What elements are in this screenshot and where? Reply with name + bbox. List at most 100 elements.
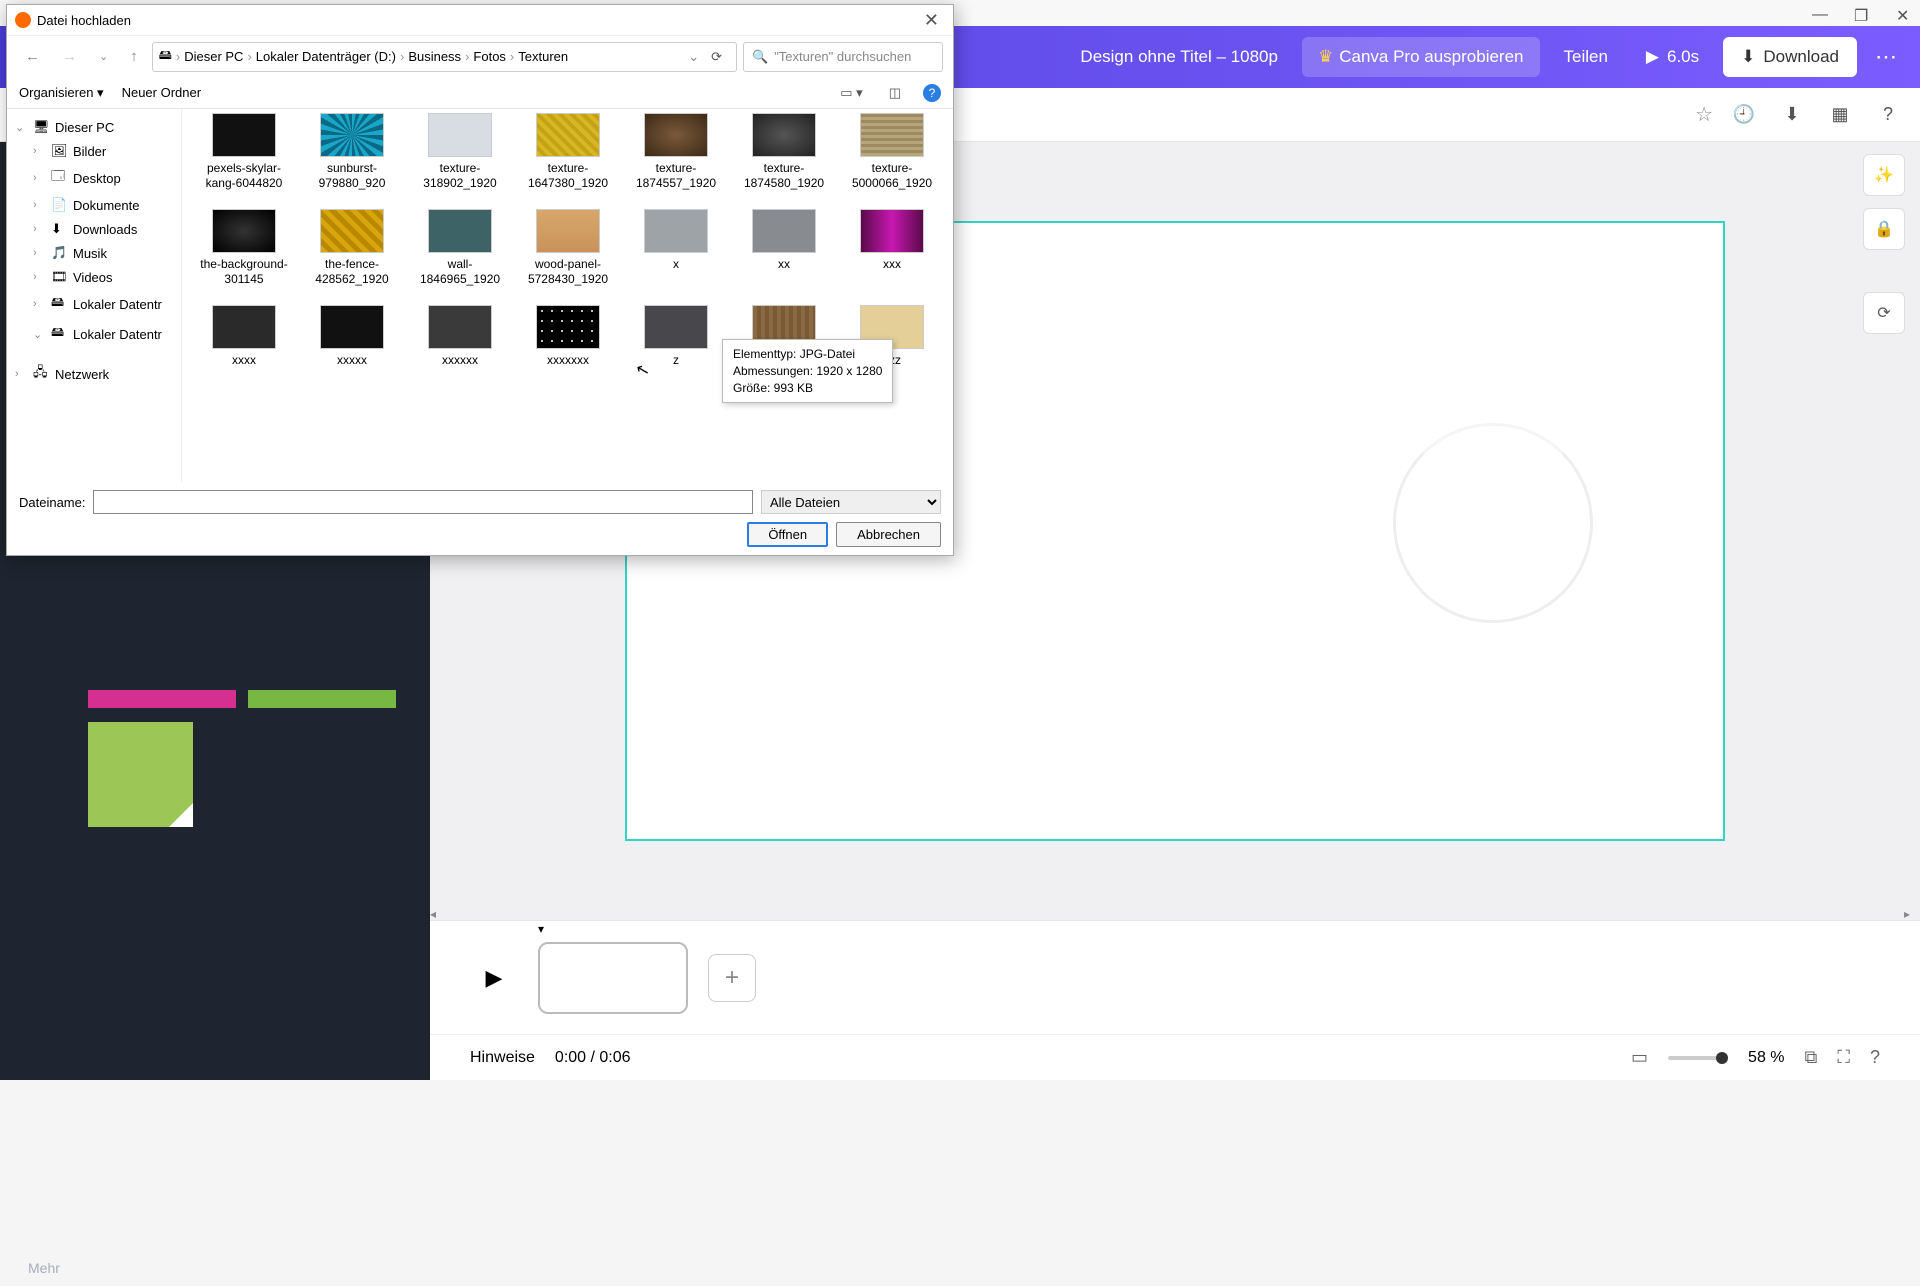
expand-icon[interactable]: ›: [33, 271, 45, 283]
file-thumbnail[interactable]: the-background-301145: [192, 209, 296, 289]
pages-icon[interactable]: ⧉: [1805, 1047, 1818, 1068]
tree-item[interactable]: ›🎵Musik: [7, 241, 181, 265]
preview-button[interactable]: ▶ 6.0s: [1632, 37, 1713, 77]
new-folder-button[interactable]: Neuer Ordner: [122, 85, 201, 100]
tree-item[interactable]: ›🖴Lokaler Datentr: [7, 289, 181, 319]
breadcrumb[interactable]: 🖴 › Dieser PC › Lokaler Datenträger (D:)…: [152, 42, 737, 72]
file-thumbnail[interactable]: xxxx: [192, 305, 296, 385]
file-thumbnail[interactable]: xxxxx: [300, 305, 404, 385]
minimize-icon[interactable]: —: [1812, 6, 1826, 20]
organize-button[interactable]: Organisieren ▾: [19, 85, 104, 101]
nav-up-icon[interactable]: ↑: [122, 44, 146, 69]
thumbnail-label: pexels-skylar-kang-6044820: [192, 161, 296, 193]
open-button[interactable]: Öffnen: [747, 522, 828, 547]
filetype-filter[interactable]: Alle Dateien: [761, 490, 941, 514]
play-button[interactable]: ▶: [470, 954, 518, 1002]
file-thumbnail[interactable]: xxxxxx: [408, 305, 512, 385]
fullscreen-icon[interactable]: ⛶: [1837, 1047, 1850, 1068]
tree-item[interactable]: ⌄🖥Dieser PC: [7, 115, 181, 139]
tree-item[interactable]: ›📄Dokumente: [7, 193, 181, 217]
expand-icon[interactable]: ›: [33, 199, 45, 211]
file-thumbnail[interactable]: xxxxxxx: [516, 305, 620, 385]
grid-icon[interactable]: ▭: [1631, 1047, 1648, 1068]
close-icon[interactable]: ✕: [1896, 6, 1910, 20]
file-thumbnail[interactable]: wall-1846965_1920: [408, 209, 512, 289]
swatch-green[interactable]: [248, 690, 396, 708]
expand-timeline-icon[interactable]: ▸: [1904, 907, 1910, 921]
file-thumbnail[interactable]: xx: [732, 209, 836, 289]
tree-item[interactable]: ›🖼Bilder: [7, 139, 181, 163]
swatch-pink[interactable]: [88, 690, 236, 708]
tree-item[interactable]: ›🗔Desktop: [7, 163, 181, 193]
canva-pro-button[interactable]: Canva Pro ausprobieren: [1302, 37, 1540, 77]
zoom-slider[interactable]: [1668, 1056, 1728, 1060]
collapse-timeline-icon[interactable]: ◂: [430, 907, 436, 921]
file-thumbnail[interactable]: texture-1874557_1920: [624, 113, 728, 193]
thumbnail-label: texture-318902_1920: [408, 161, 512, 193]
expand-icon[interactable]: ⌄: [15, 121, 27, 134]
cancel-button[interactable]: Abbrechen: [836, 522, 941, 547]
breadcrumb-item[interactable]: Fotos: [473, 49, 506, 64]
lock-icon[interactable]: 🔒: [1863, 208, 1905, 250]
file-thumbnail[interactable]: pexels-skylar-kang-6044820: [192, 113, 296, 193]
tree-label: Lokaler Datentr: [73, 327, 162, 342]
sidebar-more[interactable]: Mehr: [18, 700, 70, 1286]
expand-icon[interactable]: ›: [33, 298, 45, 310]
file-thumbnail[interactable]: texture-318902_1920: [408, 113, 512, 193]
breadcrumb-item[interactable]: Lokaler Datenträger (D:): [256, 49, 396, 64]
file-thumbnail[interactable]: sunburst-979880_920: [300, 113, 404, 193]
file-thumbnail[interactable]: wood-panel-5728430_1920: [516, 209, 620, 289]
breadcrumb-dropdown-icon[interactable]: ⌄: [688, 49, 699, 65]
hints-label[interactable]: Hinweise: [470, 1049, 535, 1067]
file-thumbnail[interactable]: texture-1647380_1920: [516, 113, 620, 193]
tree-item[interactable]: ⌄🖴Lokaler Datentr: [7, 319, 181, 349]
present-icon[interactable]: ▦: [1823, 98, 1857, 132]
import-icon[interactable]: ⬇: [1775, 98, 1809, 132]
share-button[interactable]: Teilen: [1550, 37, 1622, 77]
download-button[interactable]: ⬇ Download: [1723, 37, 1857, 77]
save-icon[interactable]: 🕘: [1727, 98, 1761, 132]
nav-recent-icon[interactable]: ⌄: [91, 46, 116, 67]
help-badge[interactable]: ?: [1871, 98, 1905, 132]
refresh-icon[interactable]: ⟳: [703, 49, 730, 65]
add-clip-button[interactable]: +: [708, 954, 756, 1002]
expand-icon[interactable]: ⌄: [33, 328, 45, 341]
thumbnail-image: [428, 113, 492, 157]
tree-item[interactable]: ›⬇Downloads: [7, 217, 181, 241]
expand-icon[interactable]: ›: [33, 172, 45, 184]
breadcrumb-item[interactable]: Business: [408, 49, 461, 64]
search-input[interactable]: 🔍 "Texturen" durchsuchen: [743, 42, 943, 72]
filename-input[interactable]: [93, 490, 753, 514]
nav-forward-icon[interactable]: →: [54, 44, 85, 69]
preview-pane-icon[interactable]: ◫: [885, 83, 905, 103]
design-title[interactable]: Design ohne Titel – 1080p: [1066, 47, 1292, 67]
breadcrumb-item[interactable]: Dieser PC: [184, 49, 243, 64]
dialog-close-button[interactable]: ✕: [918, 10, 945, 31]
magic-icon[interactable]: ✨: [1863, 154, 1905, 196]
tree-item[interactable]: ›🎞Videos: [7, 265, 181, 289]
help-icon[interactable]: ?: [1870, 1047, 1880, 1068]
more-button[interactable]: ⋯: [1867, 36, 1905, 78]
breadcrumb-item[interactable]: Texturen: [518, 49, 568, 64]
thumbnail-grid: pexels-skylar-kang-6044820sunburst-97988…: [182, 109, 953, 482]
dialog-help-icon[interactable]: ?: [923, 84, 941, 102]
file-thumbnail[interactable]: x: [624, 209, 728, 289]
tree-item[interactable]: ›🖧Netzwerk: [7, 359, 181, 389]
nav-back-icon[interactable]: ←: [17, 44, 48, 69]
clip-1[interactable]: [538, 942, 688, 1014]
view-mode-icon[interactable]: ▭ ▾: [836, 83, 866, 103]
playhead-icon[interactable]: ▾: [538, 922, 544, 936]
file-thumbnail[interactable]: xxx: [840, 209, 944, 289]
refresh-icon[interactable]: ⟳: [1863, 292, 1905, 334]
expand-icon[interactable]: ›: [33, 145, 45, 157]
file-thumbnail[interactable]: the-fence-428562_1920: [300, 209, 404, 289]
expand-icon[interactable]: ›: [33, 247, 45, 259]
file-thumbnail[interactable]: texture-1874580_1920: [732, 113, 836, 193]
star-icon[interactable]: ☆: [1695, 102, 1713, 127]
folder-icon: 🖧: [33, 363, 49, 385]
maximize-icon[interactable]: ❐: [1854, 6, 1868, 20]
file-thumbnail[interactable]: texture-5000066_1920: [840, 113, 944, 193]
expand-icon[interactable]: ›: [33, 223, 45, 235]
expand-icon[interactable]: ›: [15, 368, 27, 380]
swatch-lime[interactable]: [88, 722, 193, 827]
